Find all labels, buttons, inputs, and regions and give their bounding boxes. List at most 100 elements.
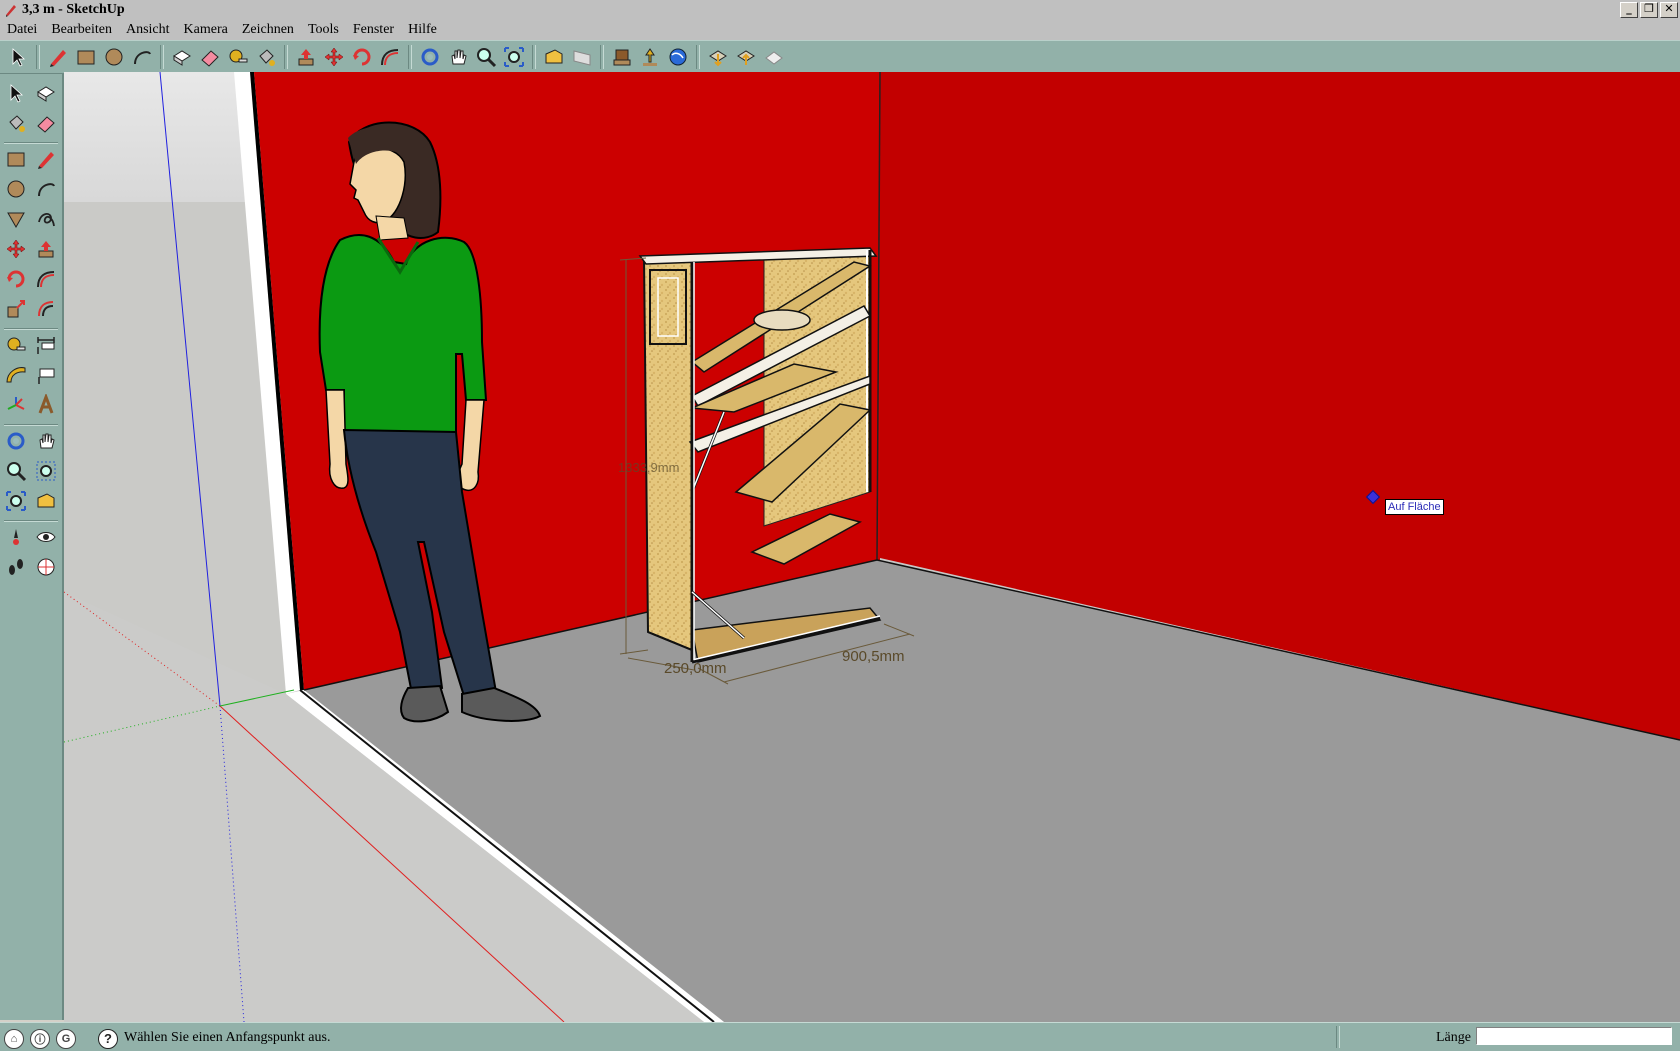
palette-zoom-extents-button[interactable] bbox=[3, 488, 29, 514]
previous-view-icon bbox=[37, 493, 55, 508]
palette-protractor-button[interactable] bbox=[3, 362, 29, 388]
share-model-icon bbox=[643, 48, 657, 66]
pencil-button[interactable] bbox=[44, 43, 72, 71]
palette-look-around-button[interactable] bbox=[33, 524, 59, 550]
palette-zoom-window-button[interactable] bbox=[33, 458, 59, 484]
move-button[interactable] bbox=[320, 43, 348, 71]
palette-separator bbox=[4, 142, 58, 144]
follow-me-button[interactable] bbox=[376, 43, 404, 71]
menu-ansicht[interactable]: Ansicht bbox=[119, 22, 177, 38]
palette-pencil-button[interactable] bbox=[33, 146, 59, 172]
push-pull-icon bbox=[38, 241, 54, 258]
palette-previous-view-button[interactable] bbox=[33, 488, 59, 514]
freehand-icon bbox=[38, 213, 55, 227]
palette-circle-button[interactable] bbox=[3, 176, 29, 202]
maximize-button[interactable]: ❐ bbox=[1640, 2, 1658, 18]
scene-canvas bbox=[64, 72, 1680, 1022]
palette-freehand-button[interactable] bbox=[33, 206, 59, 232]
palette-section-plane-button[interactable] bbox=[33, 554, 59, 580]
make-component-button[interactable] bbox=[168, 43, 196, 71]
toolbar-separator bbox=[160, 45, 164, 69]
menu-kamera[interactable]: Kamera bbox=[177, 22, 235, 38]
palette-follow-me-button[interactable] bbox=[33, 266, 59, 292]
push-pull-button[interactable] bbox=[292, 43, 320, 71]
get-current-view-button[interactable] bbox=[704, 43, 732, 71]
palette-pan-button[interactable] bbox=[33, 428, 59, 454]
palette-orbit-button[interactable] bbox=[3, 428, 29, 454]
next-view-button[interactable] bbox=[568, 43, 596, 71]
circle-icon bbox=[105, 48, 123, 66]
circle-icon bbox=[7, 180, 25, 198]
model-viewport[interactable]: 1333,9mm 250,0mm 900,5mm bbox=[64, 72, 1680, 1022]
palette-push-pull-button[interactable] bbox=[33, 236, 59, 262]
palette-walk-button[interactable] bbox=[3, 554, 29, 580]
palette-dimension-button[interactable] bbox=[33, 332, 59, 358]
menu-hilfe[interactable]: Hilfe bbox=[401, 22, 444, 38]
palette-tape-measure-button[interactable] bbox=[3, 332, 29, 358]
measurements-input[interactable] bbox=[1476, 1027, 1672, 1045]
menu-tools[interactable]: Tools bbox=[301, 22, 346, 38]
palette-axes-button[interactable] bbox=[3, 392, 29, 418]
zoom-button[interactable] bbox=[472, 43, 500, 71]
palette-separator bbox=[4, 520, 58, 522]
rectangle-button[interactable] bbox=[72, 43, 100, 71]
eraser-icon bbox=[37, 116, 55, 133]
dimension-height-label[interactable]: 1333,9mm bbox=[618, 460, 679, 475]
menu-zeichnen[interactable]: Zeichnen bbox=[235, 22, 301, 38]
protractor-icon bbox=[6, 367, 26, 383]
pan-button[interactable] bbox=[444, 43, 472, 71]
dimension-icon bbox=[37, 337, 55, 354]
orbit-button[interactable] bbox=[416, 43, 444, 71]
eraser-button[interactable] bbox=[196, 43, 224, 71]
geolocation-icon[interactable]: ⌂ bbox=[4, 1029, 24, 1049]
previous-view-button[interactable] bbox=[540, 43, 568, 71]
section-plane-icon bbox=[37, 558, 55, 576]
palette-eraser-button[interactable] bbox=[33, 110, 59, 136]
palette-arc-button[interactable] bbox=[33, 176, 59, 202]
palette-zoom-button[interactable] bbox=[3, 458, 29, 484]
menu-bearbeiten[interactable]: Bearbeiten bbox=[44, 22, 119, 38]
rotate-icon bbox=[7, 270, 25, 288]
palette-rotate-button[interactable] bbox=[3, 266, 29, 292]
palette-make-component-button[interactable] bbox=[33, 80, 59, 106]
arc-button[interactable] bbox=[128, 43, 156, 71]
paint-bucket-button[interactable] bbox=[252, 43, 280, 71]
menu-fenster[interactable]: Fenster bbox=[346, 22, 401, 38]
share-model-button[interactable] bbox=[636, 43, 664, 71]
arc-icon bbox=[38, 183, 55, 197]
tape-measure-icon bbox=[229, 49, 248, 63]
rotate-button[interactable] bbox=[348, 43, 376, 71]
place-model-button[interactable] bbox=[760, 43, 788, 71]
orbit-icon bbox=[7, 432, 25, 450]
palette-rectangle-button[interactable] bbox=[3, 146, 29, 172]
help-icon[interactable]: ? bbox=[98, 1029, 118, 1049]
zoom-extents-button[interactable] bbox=[500, 43, 528, 71]
menu-datei[interactable]: Datei bbox=[0, 22, 44, 38]
minimize-button[interactable]: _ bbox=[1620, 2, 1638, 18]
palette-3d-text-button[interactable] bbox=[33, 392, 59, 418]
tape-measure-button[interactable] bbox=[224, 43, 252, 71]
toggle-terrain-button[interactable] bbox=[732, 43, 760, 71]
user-icon[interactable]: G bbox=[56, 1029, 76, 1049]
palette-offset-button[interactable] bbox=[33, 296, 59, 322]
select-button[interactable] bbox=[4, 43, 32, 71]
palette-paint-bucket-button[interactable] bbox=[3, 110, 29, 136]
palette-move-button[interactable] bbox=[3, 236, 29, 262]
palette-polygon-button[interactable] bbox=[3, 206, 29, 232]
palette-text-button[interactable] bbox=[33, 362, 59, 388]
push-pull-icon bbox=[298, 49, 314, 66]
position-camera-icon bbox=[13, 529, 19, 545]
circle-button[interactable] bbox=[100, 43, 128, 71]
palette-position-camera-button[interactable] bbox=[3, 524, 29, 550]
palette-select-button[interactable] bbox=[3, 80, 29, 106]
credits-icon[interactable]: ⓘ bbox=[30, 1029, 50, 1049]
walk-icon bbox=[9, 559, 23, 575]
arc-icon bbox=[134, 51, 151, 65]
google-earth-button[interactable] bbox=[664, 43, 692, 71]
dimension-width-label[interactable]: 900,5mm bbox=[842, 648, 905, 665]
dimension-depth-label[interactable]: 250,0mm bbox=[664, 660, 727, 677]
palette-scale-button[interactable] bbox=[3, 296, 29, 322]
close-button[interactable]: ✕ bbox=[1660, 2, 1678, 18]
toolbar-separator bbox=[408, 45, 412, 69]
get-models-button[interactable] bbox=[608, 43, 636, 71]
